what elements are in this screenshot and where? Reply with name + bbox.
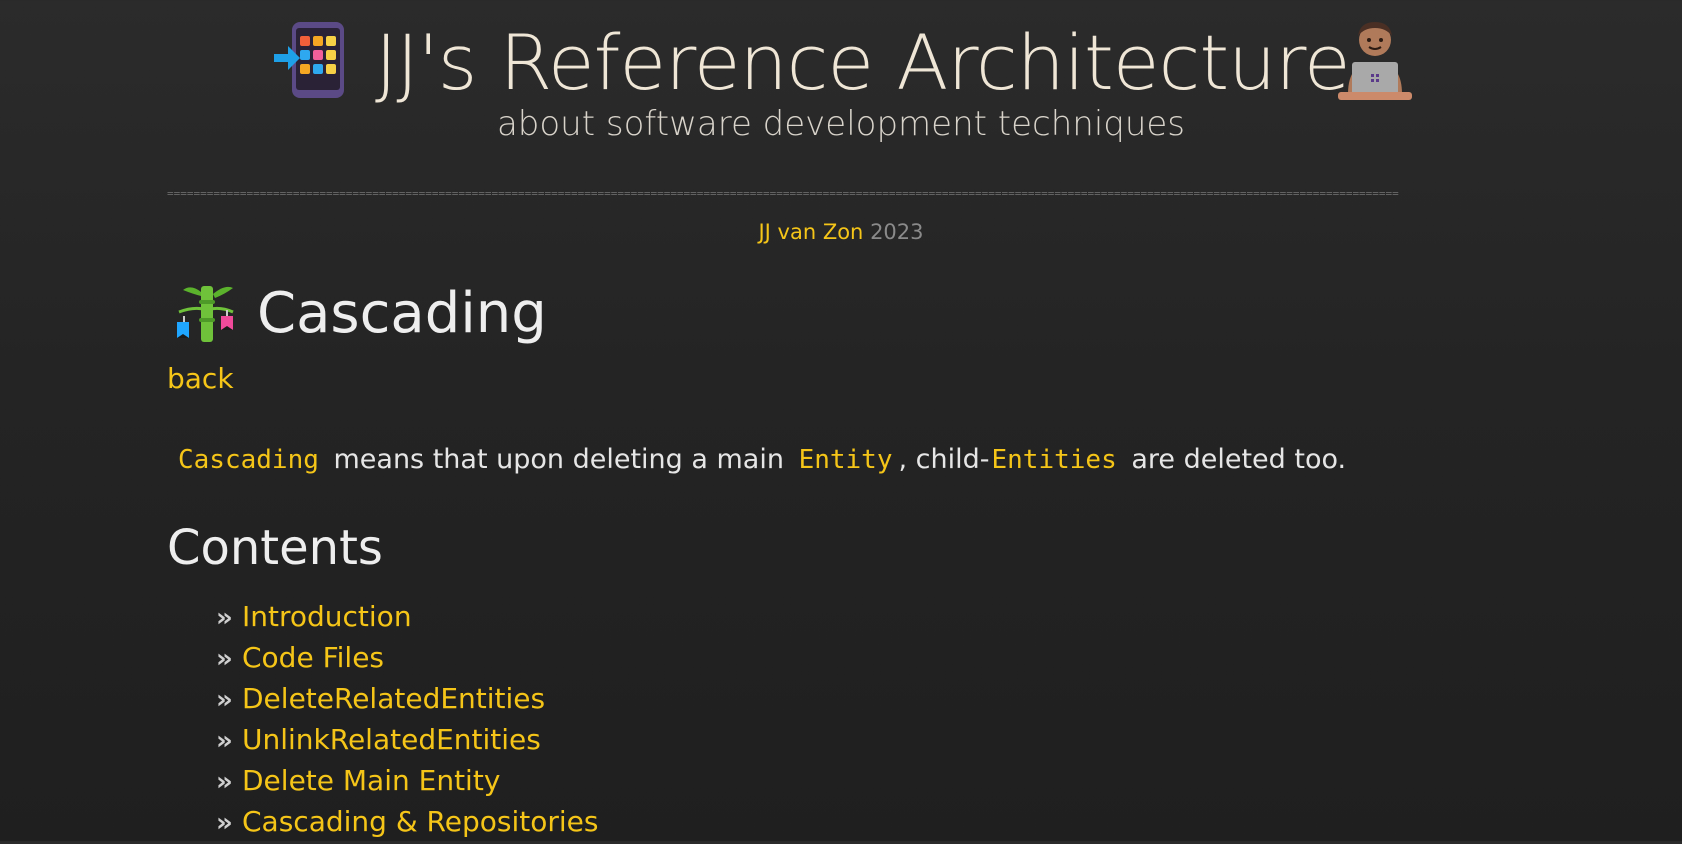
site-subtitle: about software development techniques [496,104,1186,144]
code-term-entities: Entities [991,445,1117,475]
toc-item-delete-main-entity: » Delete Main Entity [216,760,598,801]
chevron-right-icon: » [216,603,233,633]
bamboo-decoration-icon [177,286,234,342]
chevron-right-icon: » [216,767,233,797]
intro-text-2: , child- [898,444,990,475]
toc-item-delete-related-entities: » DeleteRelatedEntities [216,678,598,719]
intro-paragraph: Cascading means that upon deleting a mai… [172,444,1346,475]
chevron-right-icon: » [216,808,233,838]
toc-link-code-files[interactable]: Code Files [242,641,384,674]
byline: JJ van Zon 2023 [0,220,1682,244]
toc-link-introduction[interactable]: Introduction [242,600,412,633]
toc-link-delete-main-entity[interactable]: Delete Main Entity [242,764,500,797]
title-row: JJ's Reference Architecture [0,14,1682,107]
chevron-right-icon: » [216,685,233,715]
back-link[interactable]: back [167,362,234,395]
technologist-at-laptop-icon [1338,22,1412,100]
toc-link-unlink-related-entities[interactable]: UnlinkRelatedEntities [242,723,541,756]
mobile-phone-with-arrow-icon [274,22,344,98]
page-title: Cascading [257,281,547,346]
code-term-entity: Entity [798,445,893,475]
code-term-cascading: Cascading [178,445,319,475]
toc-item-introduction: » Introduction [216,596,598,637]
author-link[interactable]: JJ van Zon [758,220,863,244]
site-title: JJ's Reference Architecture [375,18,1351,107]
toc-item-cascading-repositories: » Cascading & Repositories [216,801,598,842]
publication-year: 2023 [870,220,924,244]
toc-item-unlink-related-entities: » UnlinkRelatedEntities [216,719,598,760]
toc-link-delete-related-entities[interactable]: DeleteRelatedEntities [242,682,545,715]
contents-heading: Contents [167,520,383,576]
chevron-right-icon: » [216,726,233,756]
chevron-right-icon: » [216,644,233,674]
toc-item-code-files: » Code Files [216,637,598,678]
toc-link-cascading-repositories[interactable]: Cascading & Repositories [242,805,598,838]
intro-text-1: means that upon deleting a main [333,444,784,475]
intro-text-3: are deleted too. [1131,444,1347,475]
table-of-contents: » Introduction » Code Files » DeleteRelated… [216,596,598,842]
header-divider: ========================================… [167,188,1399,200]
